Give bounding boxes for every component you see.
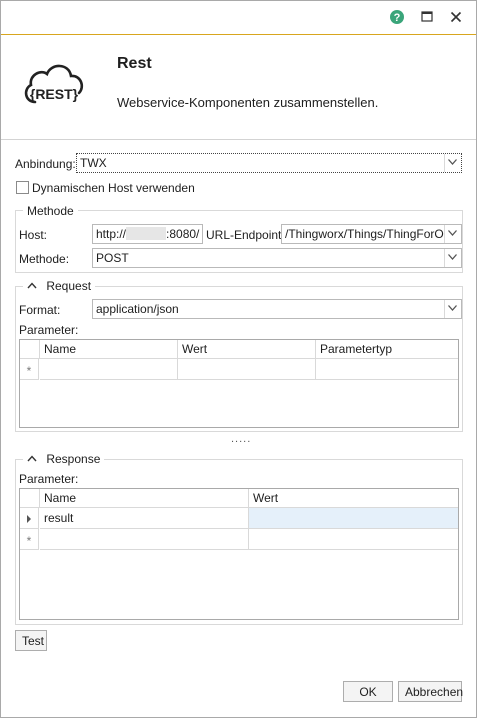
binding-value: TWX <box>80 156 107 170</box>
new-row-value-cell[interactable] <box>249 529 458 550</box>
chevron-down-icon[interactable] <box>444 249 461 267</box>
rest-cloud-logo-icon: {REST} <box>21 59 87 109</box>
binding-label: Anbindung: <box>15 157 76 171</box>
svg-text:{REST}: {REST} <box>30 86 79 102</box>
request-params-label: Parameter: <box>19 323 79 337</box>
chevron-down-icon[interactable] <box>444 225 461 243</box>
test-button[interactable]: Test <box>15 630 47 651</box>
new-row-value-cell[interactable] <box>178 359 316 380</box>
row-pointer-icon <box>27 515 31 523</box>
dynamic-host-label: Dynamischen Host verwenden <box>32 181 195 195</box>
new-row-name-cell[interactable] <box>40 529 249 550</box>
column-header-param-type[interactable]: Parametertyp <box>316 340 458 359</box>
response-group-title: Response <box>46 452 101 466</box>
column-header-value[interactable]: Wert <box>178 340 316 359</box>
method-label: Methode: <box>19 252 70 266</box>
column-header-name[interactable]: Name <box>40 340 178 359</box>
dialog-subtitle: Webservice-Komponenten zusammenstellen. <box>117 95 379 110</box>
binding-select[interactable]: TWX <box>76 153 462 173</box>
format-label: Format: <box>19 303 61 317</box>
maximize-icon[interactable] <box>419 9 435 25</box>
grid-corner-header <box>20 340 40 359</box>
redacted-host-block <box>126 227 167 240</box>
endpoint-label: URL-Endpoint: <box>206 228 285 242</box>
method-group-title: Methode <box>23 204 78 218</box>
result-name-cell[interactable]: result <box>40 508 249 529</box>
close-icon[interactable] <box>448 9 464 25</box>
column-header-value[interactable]: Wert <box>249 489 458 508</box>
endpoint-select[interactable]: /Thingworx/Things/ThingForOPC <box>281 224 462 244</box>
format-value: application/json <box>96 302 179 316</box>
new-row-name-cell[interactable] <box>40 359 178 380</box>
endpoint-value: /Thingworx/Things/ThingForOPC <box>285 227 461 241</box>
request-group-title: Request <box>46 279 92 293</box>
grid-corner-header <box>20 489 40 508</box>
collapse-chevron-up-icon <box>27 282 37 289</box>
column-header-name[interactable]: Name <box>40 489 249 508</box>
new-row-marker: * <box>20 529 39 550</box>
chevron-down-icon[interactable] <box>444 300 461 318</box>
collapse-chevron-up-icon <box>27 455 37 462</box>
format-select[interactable]: application/json <box>92 299 462 319</box>
dynamic-host-checkbox[interactable] <box>16 181 29 194</box>
result-value-cell[interactable] <box>249 508 458 529</box>
host-label: Host: <box>19 228 48 242</box>
host-value-prefix: http:// <box>96 227 127 241</box>
response-params-grid[interactable]: Name Wert result * <box>19 488 459 620</box>
svg-text:?: ? <box>394 12 401 24</box>
new-row-marker: * <box>20 359 39 380</box>
response-params-label: Parameter: <box>19 472 79 486</box>
dialog-header: {REST} Rest Webservice-Komponenten zusam… <box>1 35 476 139</box>
request-params-grid[interactable]: Name Wert Parametertyp * <box>19 339 459 428</box>
splitter-grip[interactable]: ..... <box>231 433 251 445</box>
ok-button[interactable]: OK <box>343 681 393 702</box>
chevron-down-icon[interactable] <box>444 154 461 172</box>
cancel-button[interactable]: Abbrechen <box>398 681 463 702</box>
title-bar: ? <box>1 1 476 34</box>
method-value: POST <box>96 251 129 265</box>
dialog-title: Rest <box>117 55 152 72</box>
request-group-header[interactable]: Request <box>23 279 96 293</box>
help-icon[interactable]: ? <box>389 9 405 25</box>
host-input[interactable]: http:// :8080/ <box>92 224 203 244</box>
header-separator <box>1 139 476 140</box>
current-row-indicator <box>20 508 39 529</box>
method-select[interactable]: POST <box>92 248 462 268</box>
new-row-param-type-cell[interactable] <box>316 359 458 380</box>
host-value-suffix: :8080/ <box>166 227 200 241</box>
rest-dialog-window: ? {REST} Rest Webservice-Komponenten zus… <box>0 0 477 718</box>
response-group-header[interactable]: Response <box>23 452 105 466</box>
